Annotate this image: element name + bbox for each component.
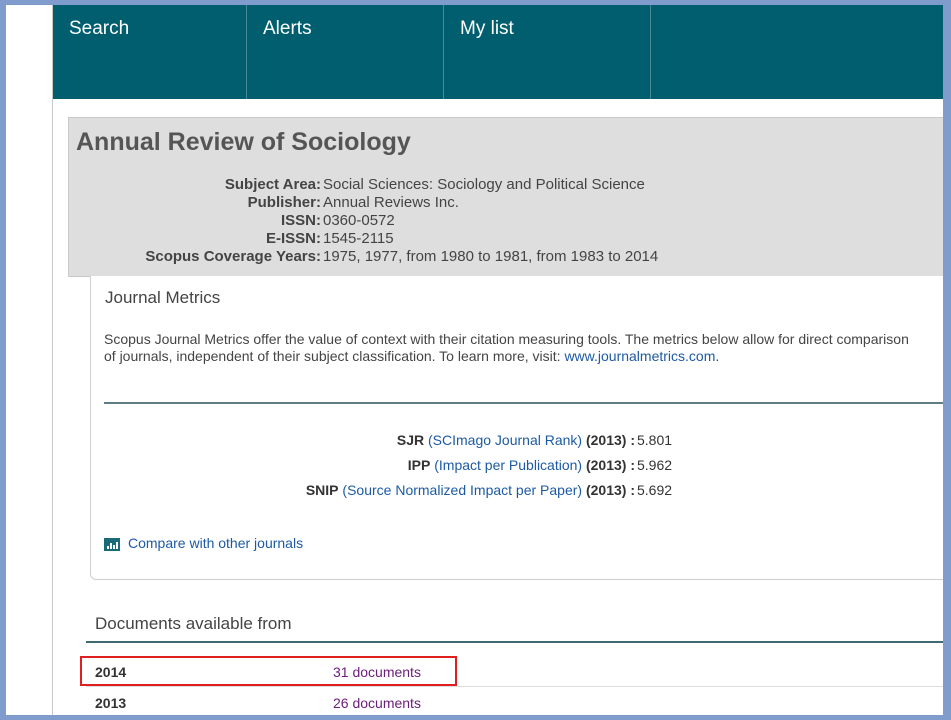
compare-journals-link[interactable]: Compare with other journals (104, 535, 303, 551)
description-text: Scopus Journal Metrics offer the value o… (104, 331, 909, 364)
info-e-issn: E-ISSN: 1545-2115 (69, 230, 943, 248)
annotation-highlight-box (80, 656, 457, 686)
metric-value: 5.692 (637, 482, 673, 498)
documents-available-title: Documents available from (95, 614, 292, 633)
info-value: 1545-2115 (323, 230, 394, 247)
metric-label: SNIP (Source Normalized Impact per Paper… (306, 482, 635, 498)
metric-year: (2013) : (585, 457, 635, 473)
journal-metrics-title: Journal Metrics (105, 288, 221, 307)
journalmetrics-link[interactable]: www.journalmetrics.com (564, 348, 715, 364)
tab-alerts-label: Alerts (263, 18, 312, 39)
metrics-divider (104, 402, 943, 404)
tab-my-list-label: My list (460, 18, 514, 39)
metric-value: 5.801 (637, 432, 673, 448)
info-label: E-ISSN: (265, 230, 321, 247)
metric-abbr: IPP (407, 457, 431, 473)
metric-row-snip: SNIP (Source Normalized Impact per Paper… (91, 482, 943, 500)
bar-chart-icon (104, 537, 120, 551)
tab-search[interactable]: Search (53, 5, 247, 99)
metric-value: 5.962 (637, 457, 673, 473)
tab-my-list[interactable]: My list (444, 5, 651, 99)
journal-header: Annual Review of Sociology Subject Area:… (68, 117, 943, 277)
info-value: Social Sciences: Sociology and Political… (323, 176, 645, 193)
info-value: 0360-0572 (323, 212, 395, 229)
info-issn: ISSN: 0360-0572 (69, 212, 943, 230)
metric-label: IPP (Impact per Publication) (2013) : (408, 457, 635, 473)
journal-metrics-description: Scopus Journal Metrics offer the value o… (104, 331, 924, 365)
screenshot-frame: Search Alerts My list Annual Review of S… (0, 0, 951, 720)
info-coverage-years: Scopus Coverage Years: 1975, 1977, from … (69, 248, 943, 266)
metric-abbr: SJR (396, 432, 425, 448)
metric-year: (2013) : (585, 432, 635, 448)
description-suffix: . (715, 348, 720, 364)
metric-row-ipp: IPP (Impact per Publication) (2013) : 5.… (91, 457, 943, 475)
tab-search-label: Search (69, 18, 130, 39)
document-year-row: 2013 26 documents (86, 687, 943, 715)
metric-label: SJR (SCImago Journal Rank) (2013) : (397, 432, 635, 448)
info-label: Scopus Coverage Years: (145, 248, 321, 265)
metric-row-sjr: SJR (SCImago Journal Rank) (2013) : 5.80… (91, 432, 943, 450)
document-count-link[interactable]: 26 documents (333, 695, 421, 711)
metric-definition-link[interactable]: (SCImago Journal Rank) (428, 432, 582, 448)
document-year: 2013 (95, 695, 127, 711)
tab-alerts[interactable]: Alerts (247, 5, 444, 99)
documents-divider (86, 641, 943, 643)
left-gutter (6, 5, 53, 715)
metric-year: (2013) : (585, 482, 635, 498)
info-value: 1975, 1977, from 1980 to 1981, from 1983… (323, 248, 659, 265)
metric-abbr: SNIP (305, 482, 339, 498)
metric-definition-link[interactable]: (Impact per Publication) (434, 457, 582, 473)
info-label: Publisher: (247, 194, 321, 211)
info-value: Annual Reviews Inc. (323, 194, 459, 211)
top-navigation-bar: Search Alerts My list (53, 5, 943, 99)
info-label: ISSN: (280, 212, 321, 229)
info-label: Subject Area: (224, 176, 321, 193)
compare-journals-label: Compare with other journals (128, 535, 304, 551)
info-publisher: Publisher: Annual Reviews Inc. (69, 194, 943, 212)
journal-title: Annual Review of Sociology (76, 128, 411, 156)
journal-metrics-panel: Journal Metrics Scopus Journal Metrics o… (90, 276, 943, 580)
metric-definition-link[interactable]: (Source Normalized Impact per Paper) (342, 482, 582, 498)
info-subject-area: Subject Area: Social Sciences: Sociology… (69, 176, 943, 194)
